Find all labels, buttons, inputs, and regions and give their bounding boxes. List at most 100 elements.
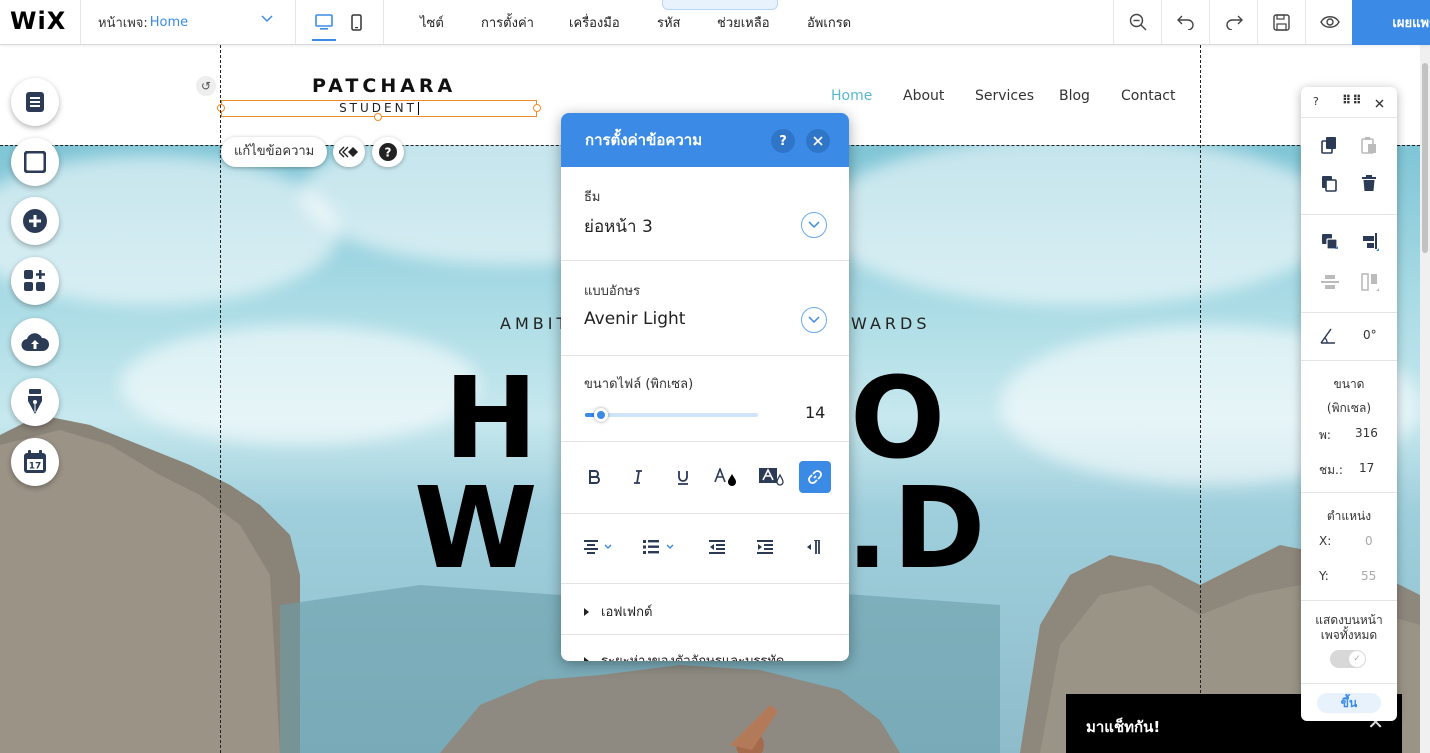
close-icon — [813, 136, 823, 146]
text-color-icon — [714, 468, 736, 486]
font-dropdown-value[interactable]: Avenir Light — [584, 309, 685, 329]
list-dropdown-button[interactable] — [643, 533, 677, 561]
nav-blog[interactable]: Blog — [1059, 88, 1090, 104]
divider — [1301, 683, 1397, 684]
link-icon — [808, 470, 822, 484]
scrollbar-thumb[interactable] — [1422, 63, 1428, 253]
size-section: ขนาด (พิกเซล) พ: 316 ชม.: 17 — [1301, 361, 1397, 493]
text-direction-button[interactable] — [806, 533, 820, 561]
help-icon: ? — [379, 143, 397, 161]
svg-text:?: ? — [385, 146, 392, 160]
theme-dropdown-value[interactable]: ย่อหน้า 3 — [584, 213, 653, 240]
background-icon — [24, 151, 46, 173]
bookings-button[interactable]: 17 — [11, 438, 59, 486]
font-label: แบบอักษร — [584, 284, 641, 299]
nav-services[interactable]: Services — [975, 88, 1034, 104]
theme-dropdown-button[interactable] — [801, 212, 827, 238]
inspector-help-button[interactable]: ? — [1313, 95, 1319, 108]
underline-icon — [678, 470, 688, 485]
help-button[interactable]: ? — [372, 137, 404, 167]
spacing-label: ระยะห่างของตัวอักษรและบรรทัด — [601, 650, 784, 661]
slider-knob[interactable] — [593, 408, 608, 422]
spacing-expander[interactable]: ระยะห่างของตัวอักษรและบรรทัด — [584, 650, 784, 661]
background-button[interactable] — [11, 138, 59, 186]
wix-logo[interactable]: WiX — [10, 7, 66, 35]
duplicate-icon[interactable] — [1320, 174, 1338, 192]
cloud-upload-icon — [21, 333, 49, 352]
highlight-color-button[interactable] — [756, 461, 788, 493]
animation-button[interactable] — [333, 137, 365, 167]
size-unit-label: (พิกเซล) — [1326, 401, 1372, 415]
undo-button[interactable] — [1161, 0, 1209, 44]
show-all-pages-toggle[interactable] — [1330, 650, 1366, 668]
height-label: ชม.: — [1319, 463, 1343, 477]
align-icon[interactable] — [1361, 233, 1379, 251]
upload-button[interactable] — [11, 318, 59, 366]
add-button[interactable] — [11, 197, 59, 245]
zoom-button[interactable] — [1113, 0, 1161, 44]
menu-upgrade[interactable]: อัพเกรด — [807, 0, 851, 44]
height-input[interactable]: 17 — [1359, 461, 1374, 475]
publish-button[interactable]: เผยแพร่ — [1352, 0, 1430, 45]
hero-subtitle-right: WARDS — [851, 314, 931, 333]
theme-section: ธีม ย่อหน้า 3 — [561, 167, 849, 261]
menu-settings[interactable]: การตั้งค่า — [481, 0, 534, 44]
underline-button[interactable] — [667, 461, 699, 493]
effects-expander[interactable]: เอฟเฟกต์ — [584, 601, 652, 622]
font-size-value[interactable]: 14 — [805, 403, 825, 422]
panel-help-button[interactable]: ? — [771, 129, 795, 153]
preview-button[interactable] — [1305, 0, 1353, 44]
menus-pages-button[interactable] — [11, 78, 59, 126]
panel-close-button[interactable] — [806, 129, 830, 153]
eye-icon — [1319, 16, 1340, 28]
delete-icon[interactable] — [1360, 174, 1378, 192]
reset-icon[interactable]: ↺ — [196, 76, 216, 96]
italic-button[interactable] — [622, 461, 654, 493]
nav-about[interactable]: About — [903, 88, 944, 104]
rotation-value[interactable]: 0° — [1363, 328, 1377, 342]
indent-icon — [757, 540, 773, 554]
blog-button[interactable] — [11, 378, 59, 426]
decrease-indent-button[interactable] — [709, 533, 725, 561]
font-dropdown-button[interactable] — [801, 307, 827, 333]
site-title[interactable]: PATCHARA — [312, 75, 456, 97]
divider — [383, 0, 384, 44]
triangle-right-icon — [584, 607, 589, 616]
arrange-icon[interactable] — [1321, 233, 1339, 251]
page-scrollbar[interactable] — [1420, 45, 1430, 753]
panel-header: การตั้งค่าข้อความ ? — [561, 113, 849, 167]
menu-help[interactable]: ช่วยเหลือ — [717, 0, 770, 44]
increase-indent-button[interactable] — [757, 533, 773, 561]
redo-button[interactable] — [1209, 0, 1257, 44]
width-input[interactable]: 316 — [1355, 426, 1378, 440]
close-icon[interactable] — [1375, 99, 1384, 108]
nav-contact[interactable]: Contact — [1121, 88, 1175, 104]
resize-handle-right[interactable] — [533, 104, 541, 112]
link-button[interactable] — [799, 461, 831, 493]
page-selector[interactable]: หน้าเพจ: Home — [80, 0, 296, 44]
zoom-out-icon — [1129, 13, 1146, 31]
text-color-button[interactable] — [711, 461, 743, 493]
resize-handle-left[interactable] — [217, 104, 225, 112]
mobile-view-button[interactable] — [336, 0, 376, 44]
resize-handle-bottom[interactable] — [374, 113, 382, 121]
menu-tools[interactable]: เครื่องมือ — [569, 0, 620, 44]
font-size-slider[interactable] — [585, 408, 758, 422]
nav-home[interactable]: Home — [831, 88, 872, 104]
move-up-button[interactable]: ขึ้น — [1317, 693, 1381, 713]
position-label: ตำแหน่ง — [1326, 509, 1372, 523]
save-button[interactable] — [1257, 0, 1305, 44]
bold-button[interactable] — [578, 461, 610, 493]
page-selector-label: หน้าเพจ: — [98, 15, 148, 31]
menu-site[interactable]: ไซต์ — [420, 0, 444, 44]
y-input[interactable]: 55 — [1361, 569, 1376, 583]
add-apps-button[interactable] — [11, 257, 59, 305]
hero-heading-d: .D — [846, 464, 990, 594]
edit-text-button[interactable]: แก้ไขข้อความ — [221, 137, 328, 167]
paste-icon — [1361, 137, 1376, 154]
drag-handle-icon[interactable]: ⠿⠿ — [1342, 93, 1363, 107]
menu-code[interactable]: รหัส — [657, 0, 681, 44]
align-dropdown-button[interactable] — [584, 533, 614, 561]
copy-icon[interactable] — [1320, 136, 1338, 154]
x-input[interactable]: 0 — [1365, 534, 1373, 548]
